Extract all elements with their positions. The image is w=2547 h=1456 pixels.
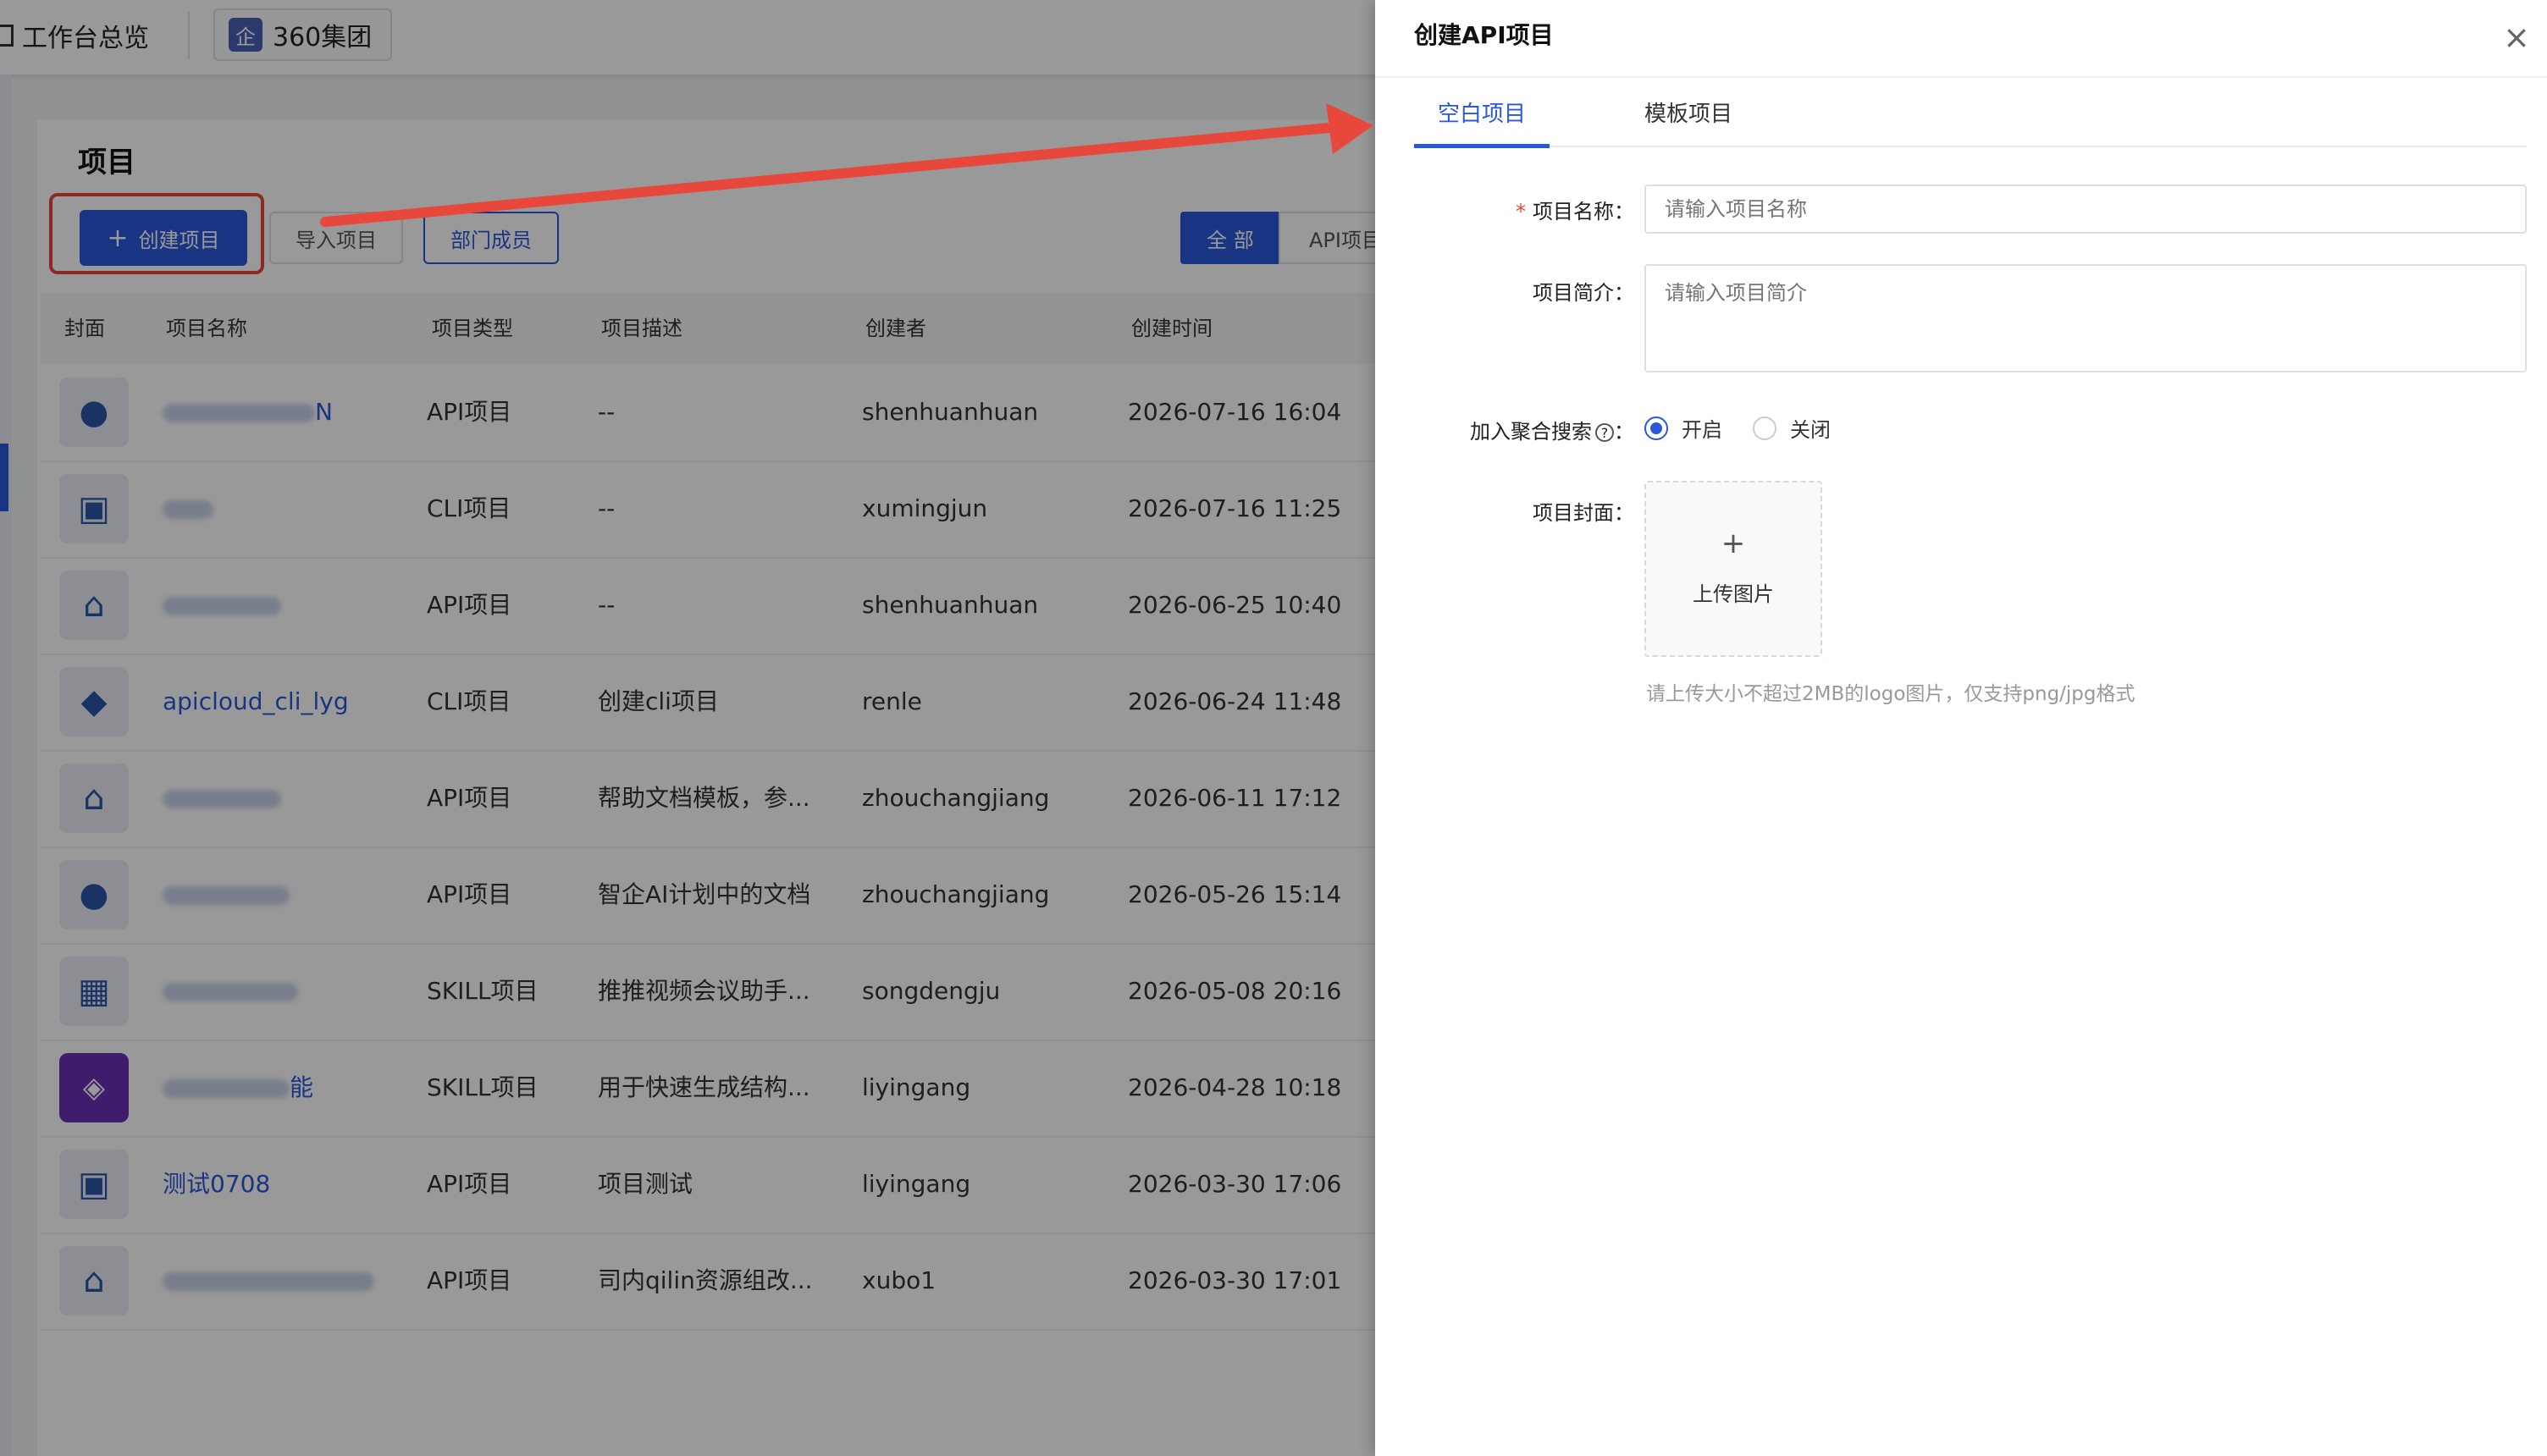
radio-enable-label: 开启 <box>1682 418 1722 442</box>
radio-disable-label: 关闭 <box>1790 418 1831 442</box>
project-name-input[interactable] <box>1644 185 2527 234</box>
project-name-label-text: 项目名称： <box>1533 200 1634 223</box>
project-desc-label: 项目简介： <box>1533 281 1634 305</box>
close-icon[interactable]: × <box>2500 20 2533 54</box>
aggregate-search-label: 加入聚合搜索?： <box>1375 415 1634 444</box>
tabs-divider <box>1414 146 2527 147</box>
plus-icon: + <box>1721 527 1746 560</box>
project-name-label: * 项目名称： <box>1375 195 1634 224</box>
upload-image-label: 上传图片 <box>1693 582 1774 606</box>
radio-disable[interactable]: 关闭 <box>1753 413 1831 443</box>
radio-unchecked-icon <box>1753 416 1776 440</box>
modal-overlay[interactable] <box>0 0 1375 1456</box>
create-api-project-drawer: 创建API项目 × 空白项目 模板项目 * 项目名称： 项目简介： 加入聚合搜索?… <box>1375 0 2547 1456</box>
upload-image-button[interactable]: + 上传图片 <box>1644 481 1822 657</box>
active-tab-indicator <box>1414 144 1550 148</box>
drawer-header-divider <box>1375 76 2547 78</box>
required-mark: * <box>1516 200 1526 223</box>
radio-checked-icon <box>1644 416 1668 440</box>
tab-blank-project[interactable]: 空白项目 <box>1414 97 1550 146</box>
drawer-title: 创建API项目 <box>1414 21 1554 49</box>
radio-enable[interactable]: 开启 <box>1644 413 1722 443</box>
upload-hint: 请上传大小不超过2MB的logo图片，仅支持png/jpg格式 <box>1646 683 2135 705</box>
aggregate-search-label-suffix: ： <box>1614 420 1634 444</box>
question-icon[interactable]: ? <box>1595 423 1614 442</box>
project-desc-textarea[interactable] <box>1644 264 2527 372</box>
tab-template-project[interactable]: 模板项目 <box>1621 97 1756 146</box>
project-cover-label: 项目封面： <box>1533 501 1634 525</box>
aggregate-search-label-text: 加入聚合搜索 <box>1470 420 1592 444</box>
